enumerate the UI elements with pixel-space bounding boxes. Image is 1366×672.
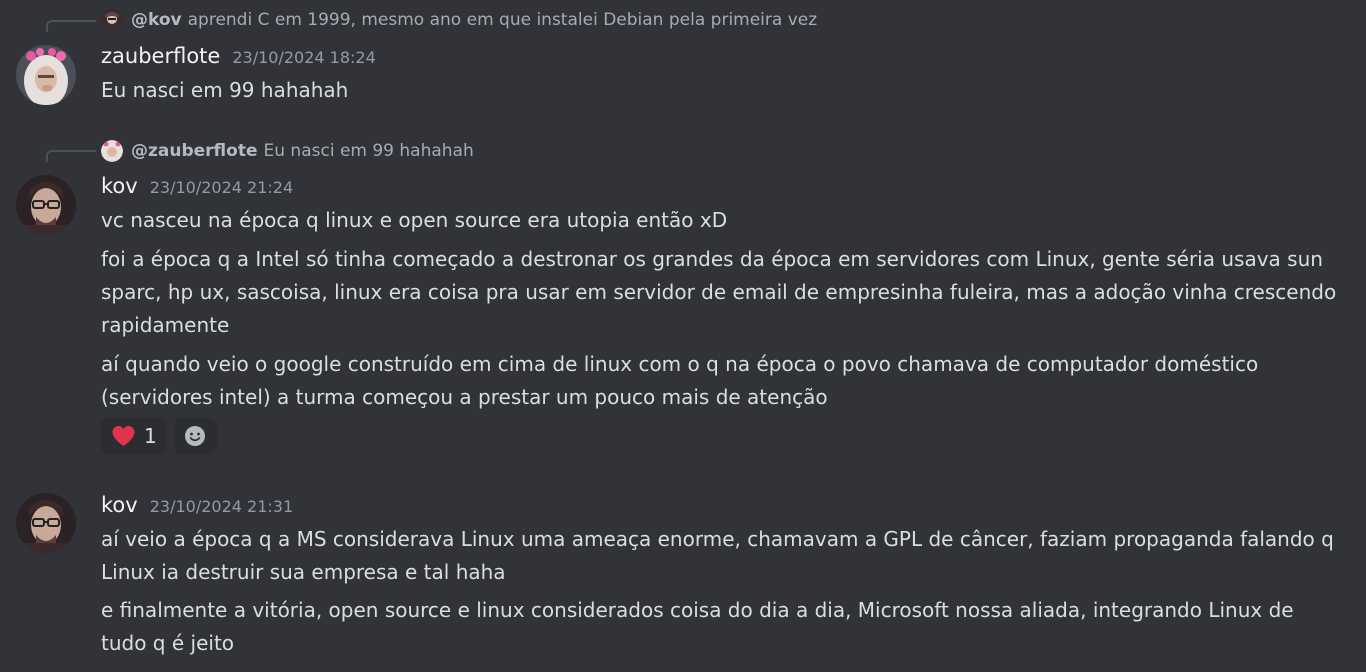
message-header: zauberflote 23/10/2024 18:24 <box>101 44 376 68</box>
reply-connector <box>46 150 96 162</box>
message-text: aí veio a época q a MS considerava Linux… <box>101 527 1334 584</box>
username[interactable]: kov <box>101 174 138 198</box>
user-avatar-pink-hair[interactable] <box>16 45 76 105</box>
reaction-count: 1 <box>144 424 157 448</box>
reactions-bar: 1 <box>101 418 217 454</box>
add-reaction-button[interactable] <box>173 418 217 454</box>
heart-icon <box>112 426 135 446</box>
timestamp: 23/10/2024 21:24 <box>149 178 294 197</box>
message-text: foi a época q a Intel só tinha começado … <box>101 247 1337 337</box>
username[interactable]: kov <box>101 493 138 517</box>
message-text: e finalmente a vitória, open source e li… <box>101 598 1294 655</box>
message-header: kov 23/10/2024 21:31 <box>101 493 293 517</box>
reply-avatar-icon <box>101 140 123 162</box>
reply-preview[interactable]: @kov aprendi C em 1999, mesmo ano em que… <box>101 9 817 31</box>
user-avatar-glasses[interactable] <box>16 493 76 553</box>
user-avatar-glasses[interactable] <box>16 175 76 235</box>
reply-avatar-icon <box>101 9 123 31</box>
reply-connector <box>46 20 96 32</box>
message-text: Eu nasci em 99 hahahah <box>101 78 349 102</box>
reply-mention[interactable]: @zauberflote <box>131 141 258 161</box>
username[interactable]: zauberflote <box>101 44 220 68</box>
reply-text: aprendi C em 1999, mesmo ano em que inst… <box>187 10 818 30</box>
reaction-heart[interactable]: 1 <box>101 418 167 454</box>
chat-messages: @kov aprendi C em 1999, mesmo ano em que… <box>0 0 1366 672</box>
reply-mention[interactable]: @kov <box>131 10 182 30</box>
message-header: kov 23/10/2024 21:24 <box>101 174 293 198</box>
timestamp: 23/10/2024 21:31 <box>149 497 294 516</box>
message-text: vc nasceu na época q linux e open source… <box>101 208 728 232</box>
timestamp: 23/10/2024 18:24 <box>232 48 376 67</box>
reply-preview[interactable]: @zauberflote Eu nasci em 99 hahahah <box>101 140 474 162</box>
smiley-icon <box>185 426 206 446</box>
reply-text: Eu nasci em 99 hahahah <box>263 141 474 161</box>
message-text: aí quando veio o google construído em ci… <box>101 352 1259 409</box>
